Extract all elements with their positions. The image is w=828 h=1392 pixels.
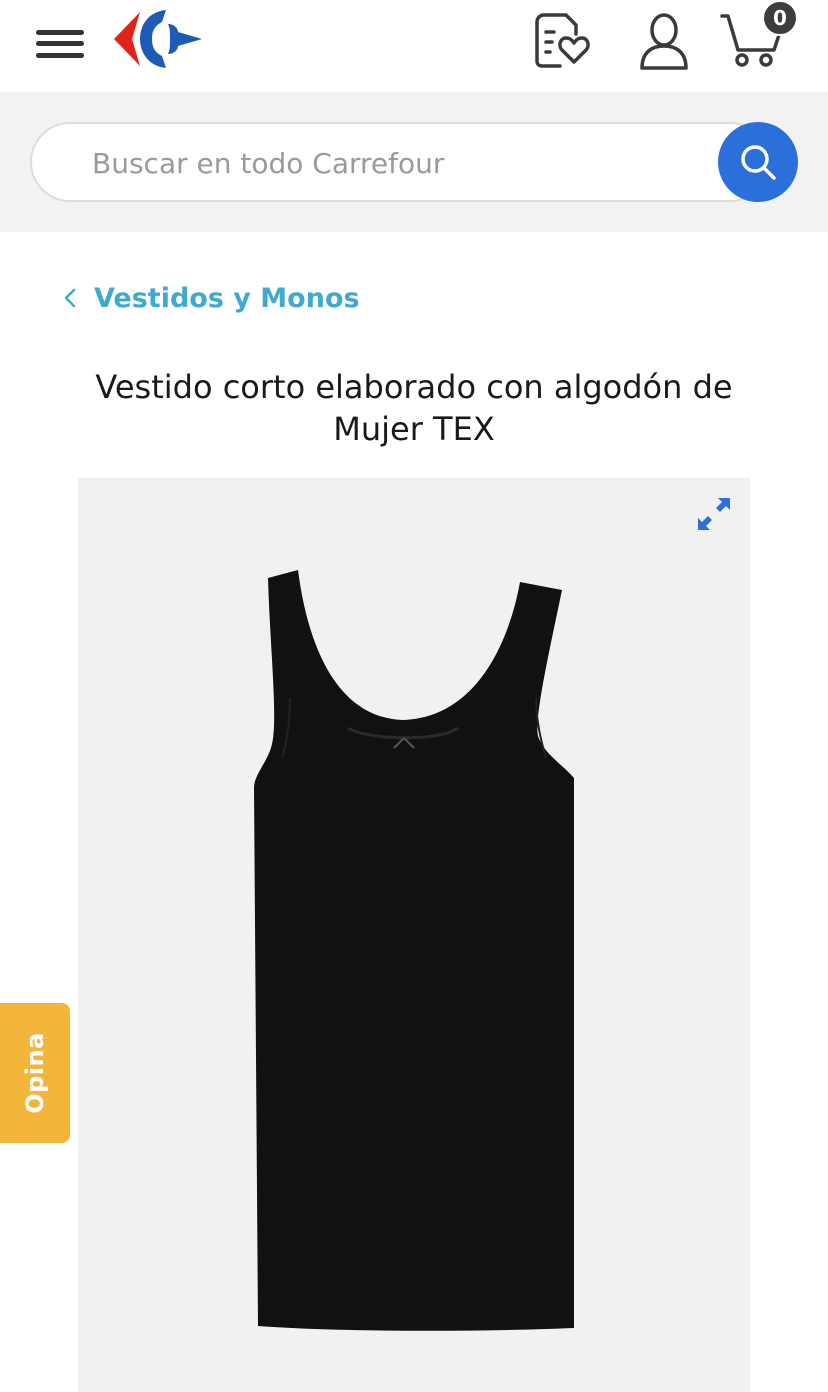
user-icon[interactable] bbox=[636, 10, 692, 72]
breadcrumb[interactable]: Vestidos y Monos bbox=[60, 278, 360, 318]
product-image-gallery[interactable] bbox=[78, 478, 750, 1392]
search-box[interactable] bbox=[30, 122, 770, 202]
feedback-tab[interactable]: Opina bbox=[0, 1003, 70, 1143]
breadcrumb-link[interactable]: Vestidos y Monos bbox=[94, 283, 360, 314]
carrefour-logo[interactable] bbox=[110, 6, 210, 72]
feedback-tab-label: Opina bbox=[21, 1032, 49, 1114]
shopping-list-heart-icon[interactable] bbox=[530, 10, 594, 70]
search-bar-section bbox=[0, 92, 828, 232]
search-button[interactable] bbox=[718, 122, 798, 202]
cart-count-badge: 0 bbox=[762, 0, 798, 36]
search-icon bbox=[741, 145, 776, 180]
chevron-left-icon bbox=[64, 288, 76, 308]
header: 0 bbox=[0, 0, 828, 92]
search-input[interactable] bbox=[92, 142, 692, 184]
expand-icon[interactable] bbox=[696, 496, 732, 532]
hamburger-menu-icon[interactable] bbox=[34, 26, 86, 62]
product-title: Vestido corto elaborado con algodón de M… bbox=[95, 368, 733, 448]
product-image bbox=[254, 570, 574, 1331]
